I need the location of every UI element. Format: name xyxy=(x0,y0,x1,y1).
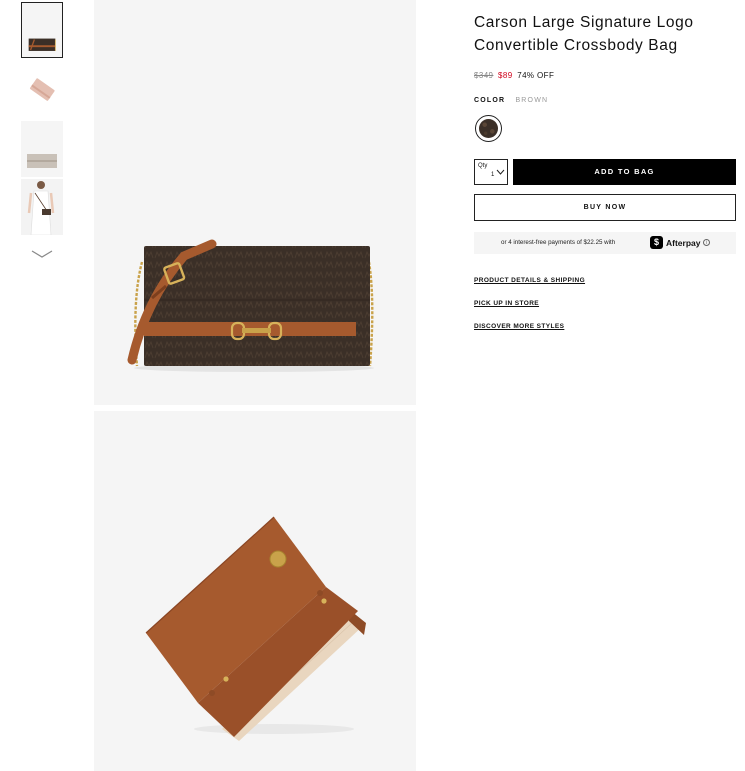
sale-price: $89 xyxy=(498,71,513,80)
product-details-link[interactable]: PRODUCT DETAILS & SHIPPING xyxy=(474,277,585,284)
bag-interior-image xyxy=(94,411,416,771)
chevron-down-icon xyxy=(496,169,505,175)
color-label: COLOR xyxy=(474,97,506,104)
qty-label: Qty xyxy=(478,163,488,169)
thumbnail-pink[interactable] xyxy=(21,63,63,119)
discount-label: 74% OFF xyxy=(517,71,555,80)
product-title: Carson Large Signature Logo Convertible … xyxy=(474,11,736,57)
pick-up-in-store-link[interactable]: PICK UP IN STORE xyxy=(474,300,539,307)
thumbnail-model[interactable] xyxy=(21,179,63,235)
product-title-line2: Convertible Crossbody Bag xyxy=(474,37,678,54)
thumbnail-front[interactable] xyxy=(21,2,63,58)
color-value: BROWN xyxy=(515,97,549,104)
product-image-interior[interactable] xyxy=(94,411,416,771)
price-row: $349 $89 74% OFF xyxy=(474,71,554,80)
color-row: COLOR BROWN xyxy=(474,97,548,104)
add-to-bag-button[interactable]: ADD TO BAG xyxy=(513,159,736,185)
afterpay-logo-icon: $ xyxy=(650,236,663,249)
chevron-down-icon[interactable] xyxy=(29,246,55,262)
bag-front-image xyxy=(94,0,416,405)
afterpay-banner: or 4 interest-free payments of $22.25 wi… xyxy=(474,232,736,254)
color-swatch-brown[interactable] xyxy=(475,115,502,142)
thumbnail-grey[interactable] xyxy=(21,121,63,177)
original-price: $349 xyxy=(474,71,494,80)
swatch-fill xyxy=(479,119,498,138)
bag-grey-thumbnail-image xyxy=(21,121,63,177)
product-image-front[interactable] xyxy=(94,0,416,405)
bag-front-thumbnail-image xyxy=(22,3,62,57)
qty-value: 1 xyxy=(491,172,495,178)
model-wearing-bag-thumbnail-image xyxy=(21,179,63,235)
afterpay-brand: Afterpay xyxy=(666,238,701,248)
info-icon[interactable]: i xyxy=(703,239,710,246)
afterpay-text: or 4 interest-free payments of $22.25 wi… xyxy=(501,239,616,246)
quantity-select[interactable]: Qty 1 xyxy=(474,159,508,185)
product-title-line1: Carson Large Signature Logo xyxy=(474,14,694,31)
discover-more-styles-link[interactable]: DISCOVER MORE STYLES xyxy=(474,323,564,330)
buy-now-button[interactable]: BUY NOW xyxy=(474,194,736,221)
bag-pink-thumbnail-image xyxy=(21,63,63,119)
